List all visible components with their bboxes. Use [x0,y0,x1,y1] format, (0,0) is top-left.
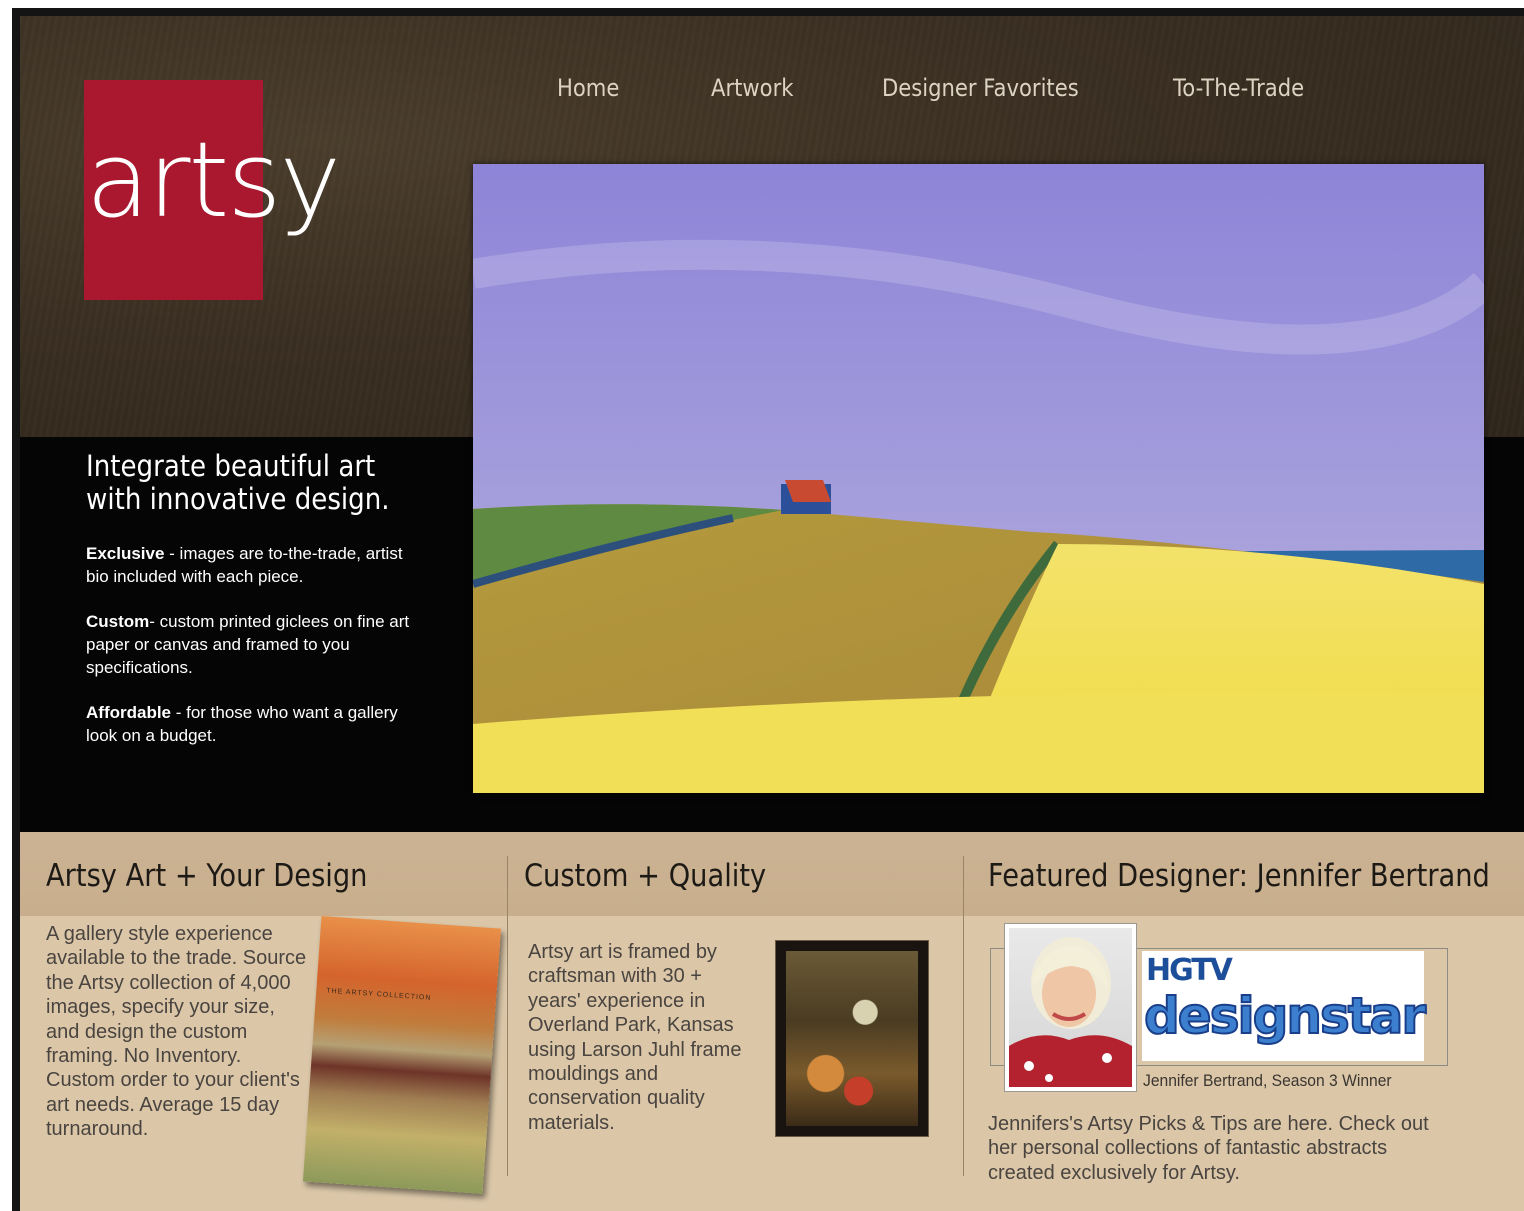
nav-artwork[interactable]: Artwork [711,74,794,102]
artsy-description: A gallery style experience available to … [46,923,307,1141]
collection-book-image[interactable]: THE ARTSY COLLECTION [302,916,502,1194]
nav-to-the-trade[interactable]: To-The-Trade [1173,74,1304,102]
feature-affordable: Affordable - for those who want a galler… [86,701,416,747]
designer-caption: Jennifer Bertrand, Season 3 Winner [1143,1071,1392,1090]
designstar-wordmark: designstar [1143,986,1427,1046]
logo-text[interactable]: artsy [86,128,341,232]
framed-painting [786,951,918,1126]
featured-description: Jennifers's Artsy Picks & Tips are here.… [988,1113,1429,1184]
hero-painting[interactable] [473,164,1484,793]
tagline: Integrate beautiful art with innovative … [86,449,390,516]
column-divider [963,856,964,1176]
book-cover-text: THE ARTSY COLLECTION [326,987,432,1002]
feature-title: Exclusive [86,544,165,563]
designer-photo[interactable] [1004,923,1137,1092]
column-title-artsy: Artsy Art + Your Design [46,858,368,894]
column-divider [507,856,508,1176]
feature-title: Custom [86,612,150,631]
landscape-painting [473,164,1484,793]
hgtv-designstar-logo[interactable]: HGTV designstar [1142,951,1427,1061]
designer-portrait [1009,928,1132,1087]
framed-art-image[interactable] [775,940,929,1137]
feature-custom: Custom- custom printed giclees on fine a… [86,610,416,679]
feature-title: Affordable [86,703,171,722]
portrait-illustration [1009,937,1132,1087]
nav-home[interactable]: Home [557,74,619,102]
feature-exclusive: Exclusive - images are to-the-trade, art… [86,542,416,588]
column-title-custom: Custom + Quality [524,858,767,894]
custom-description: Artsy art is framed by craftsman with 30… [528,941,742,1134]
column-title-featured[interactable]: Featured Designer: Jennifer Bertrand [988,858,1490,894]
hgtv-wordmark: HGTV [1146,953,1233,988]
nav-designer-favorites[interactable]: Designer Favorites [882,74,1079,102]
